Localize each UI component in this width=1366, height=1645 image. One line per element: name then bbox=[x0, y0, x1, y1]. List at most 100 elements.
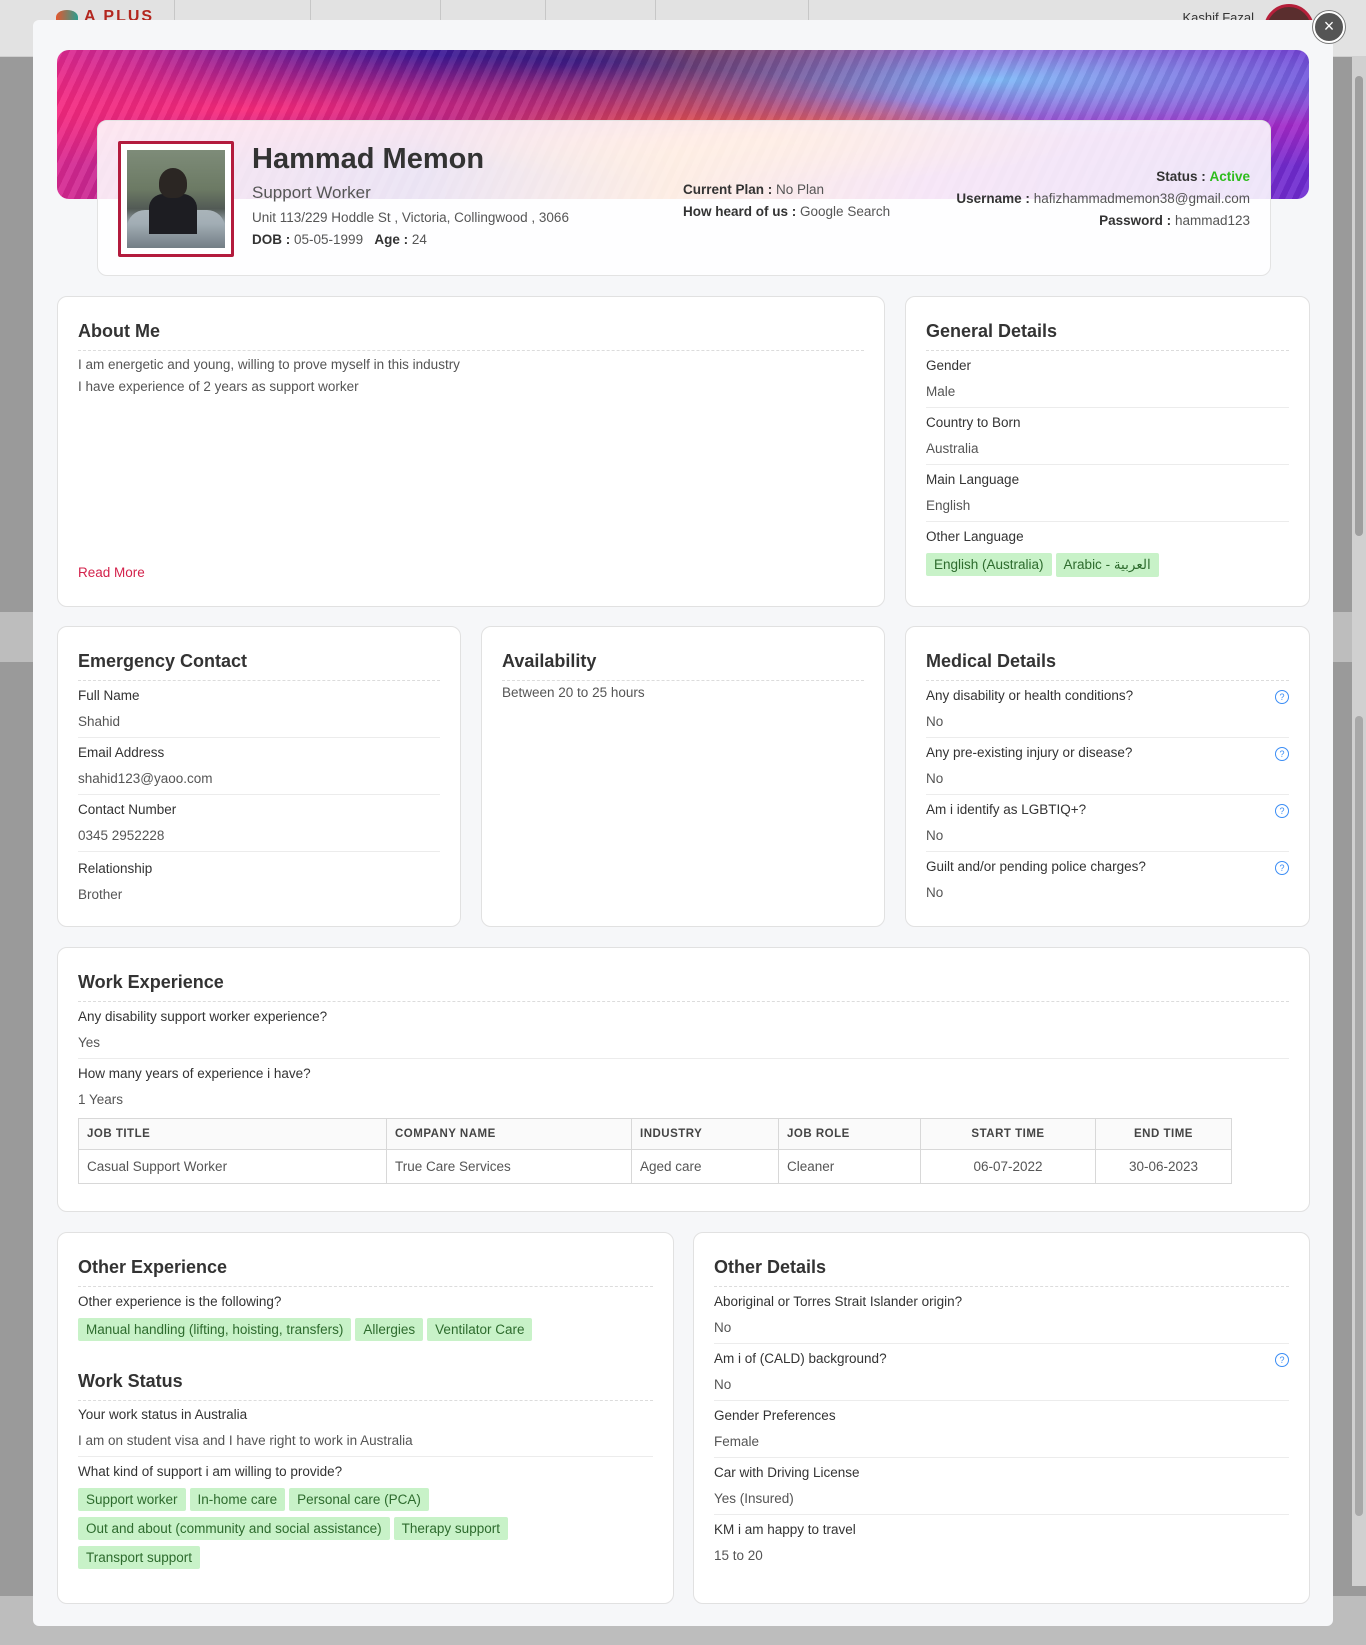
other-experience-card: Other Experience Other experience is the… bbox=[57, 1232, 674, 1604]
support-tag: Out and about (community and social assi… bbox=[78, 1517, 390, 1540]
medical-details-card: Medical Details Any disability or health… bbox=[905, 626, 1310, 927]
support-tag: Transport support bbox=[78, 1546, 201, 1569]
profile-header-card: Hammad Memon Support Worker Unit 113/229… bbox=[97, 120, 1271, 276]
other-detail-answer: Yes (Insured) bbox=[714, 1491, 794, 1506]
country-value: Australia bbox=[926, 441, 979, 456]
about-text: I have experience of 2 years as support … bbox=[78, 379, 359, 394]
main-language-value: English bbox=[926, 498, 971, 513]
experience-question: Any disability support worker experience… bbox=[78, 1009, 328, 1024]
other-detail-question: Car with Driving License bbox=[714, 1465, 860, 1480]
help-icon[interactable]: ? bbox=[1275, 804, 1289, 818]
table-header-row: JOB TITLE COMPANY NAME INDUSTRY JOB ROLE… bbox=[78, 1118, 1232, 1150]
email-value: shahid123@yaoo.com bbox=[78, 771, 213, 786]
help-icon[interactable]: ? bbox=[1275, 690, 1289, 704]
card-title: Work Experience bbox=[78, 972, 1289, 1002]
gender-label: Gender bbox=[926, 358, 972, 373]
table-cell: Casual Support Worker bbox=[78, 1149, 387, 1184]
scrollbar-thumb[interactable] bbox=[1355, 716, 1363, 1516]
row-divider bbox=[714, 1400, 1289, 1401]
about-me-card: About Me I am energetic and young, willi… bbox=[57, 296, 885, 607]
other-experience-label: Other experience is the following? bbox=[78, 1294, 282, 1309]
row-divider bbox=[926, 521, 1289, 522]
support-tag: Therapy support bbox=[393, 1517, 508, 1540]
card-title: Emergency Contact bbox=[78, 651, 440, 681]
contact-number-value: 0345 2952228 bbox=[78, 828, 165, 843]
nav-divider bbox=[545, 0, 546, 22]
row-divider bbox=[78, 794, 440, 795]
column-header: INDUSTRY bbox=[631, 1118, 779, 1150]
help-icon[interactable]: ? bbox=[1275, 1353, 1289, 1367]
row-divider bbox=[926, 851, 1289, 852]
column-header: COMPANY NAME bbox=[386, 1118, 632, 1150]
profile-photo bbox=[118, 141, 234, 257]
table-cell: 30-06-2023 bbox=[1095, 1149, 1232, 1184]
other-detail-answer: Female bbox=[714, 1434, 760, 1449]
support-type-tags: Support worker In-home care Personal care … bbox=[78, 1488, 648, 1575]
support-tag: Personal care (PCA) bbox=[289, 1488, 429, 1511]
full-name-value: Shahid bbox=[78, 714, 121, 729]
about-text: I am energetic and young, willing to pro… bbox=[78, 357, 460, 372]
medical-question: Guilt and/or pending police charges? bbox=[926, 859, 1146, 874]
nav-divider bbox=[310, 0, 311, 22]
row-divider bbox=[78, 737, 440, 738]
page-scrollbar[interactable] bbox=[1352, 56, 1366, 1586]
row-divider bbox=[78, 851, 440, 852]
emergency-contact-card: Emergency Contact Full Name Shahid Email… bbox=[57, 626, 461, 927]
card-title: Other Details bbox=[714, 1257, 1289, 1287]
availability-value: Between 20 to 25 hours bbox=[502, 685, 645, 700]
other-experience-tags: Manual handling (lifting, hoisting, tran… bbox=[78, 1318, 648, 1347]
column-header: JOB ROLE bbox=[778, 1118, 921, 1150]
other-detail-answer: No bbox=[714, 1377, 732, 1392]
email-label: Email Address bbox=[78, 745, 165, 760]
medical-question: Any pre-existing injury or disease? bbox=[926, 745, 1133, 760]
language-tag: Arabic - العربية bbox=[1055, 553, 1159, 577]
status-badge: Active bbox=[1209, 169, 1250, 184]
work-status-label: Your work status in Australia bbox=[78, 1407, 248, 1422]
medical-answer: No bbox=[926, 885, 944, 900]
card-title: About Me bbox=[78, 321, 864, 351]
experience-answer: Yes bbox=[78, 1035, 101, 1050]
support-tag: In-home care bbox=[189, 1488, 286, 1511]
other-details-card: Other Details Aboriginal or Torres Strai… bbox=[693, 1232, 1310, 1604]
column-header: END TIME bbox=[1095, 1118, 1232, 1150]
profile-name: Hammad Memon bbox=[252, 143, 485, 175]
table-cell: Cleaner bbox=[778, 1149, 921, 1184]
relationship-label: Relationship bbox=[78, 861, 153, 876]
scrollbar-thumb[interactable] bbox=[1355, 76, 1363, 536]
experience-tag: Manual handling (lifting, hoisting, tran… bbox=[78, 1318, 352, 1341]
nav-divider bbox=[808, 0, 809, 22]
support-tag: Support worker bbox=[78, 1488, 186, 1511]
read-more-link[interactable]: Read More bbox=[78, 565, 145, 580]
card-title: General Details bbox=[926, 321, 1289, 351]
other-detail-answer: No bbox=[714, 1320, 732, 1335]
profile-account-info: Status : Active Username : hafizhammadme… bbox=[956, 169, 1250, 228]
profile-address: Unit 113/229 Hoddle St , Victoria, Colli… bbox=[252, 210, 569, 225]
medical-answer: No bbox=[926, 828, 944, 843]
row-divider bbox=[714, 1343, 1289, 1344]
medical-answer: No bbox=[926, 714, 944, 729]
country-label: Country to Born bbox=[926, 415, 1021, 430]
experience-answer: 1 Years bbox=[78, 1092, 124, 1107]
card-title: Medical Details bbox=[926, 651, 1289, 681]
help-icon[interactable]: ? bbox=[1275, 861, 1289, 875]
experience-question: How many years of experience i have? bbox=[78, 1066, 311, 1081]
row-divider bbox=[78, 1456, 653, 1457]
relationship-value: Brother bbox=[78, 887, 123, 902]
table-cell: 06-07-2022 bbox=[920, 1149, 1096, 1184]
medical-question: Am i identify as LGBTIQ+? bbox=[926, 802, 1087, 817]
support-type-label: What kind of support i am willing to pro… bbox=[78, 1464, 343, 1479]
profile-role: Support Worker bbox=[252, 183, 371, 202]
general-details-card: General Details Gender Male Country to B… bbox=[905, 296, 1310, 607]
card-title: Availability bbox=[502, 651, 864, 681]
work-status-title: Work Status bbox=[78, 1371, 653, 1401]
help-icon[interactable]: ? bbox=[1275, 747, 1289, 761]
medical-question: Any disability or health conditions? bbox=[926, 688, 1134, 703]
row-divider bbox=[714, 1514, 1289, 1515]
close-modal-button[interactable]: × bbox=[1313, 11, 1345, 43]
medical-answer: No bbox=[926, 771, 944, 786]
row-divider bbox=[714, 1457, 1289, 1458]
profile-dob-age: DOB : 05-05-1999 Age : 24 bbox=[252, 232, 427, 247]
gender-value: Male bbox=[926, 384, 956, 399]
other-language-label: Other Language bbox=[926, 529, 1024, 544]
availability-card: Availability Between 20 to 25 hours bbox=[481, 626, 885, 927]
